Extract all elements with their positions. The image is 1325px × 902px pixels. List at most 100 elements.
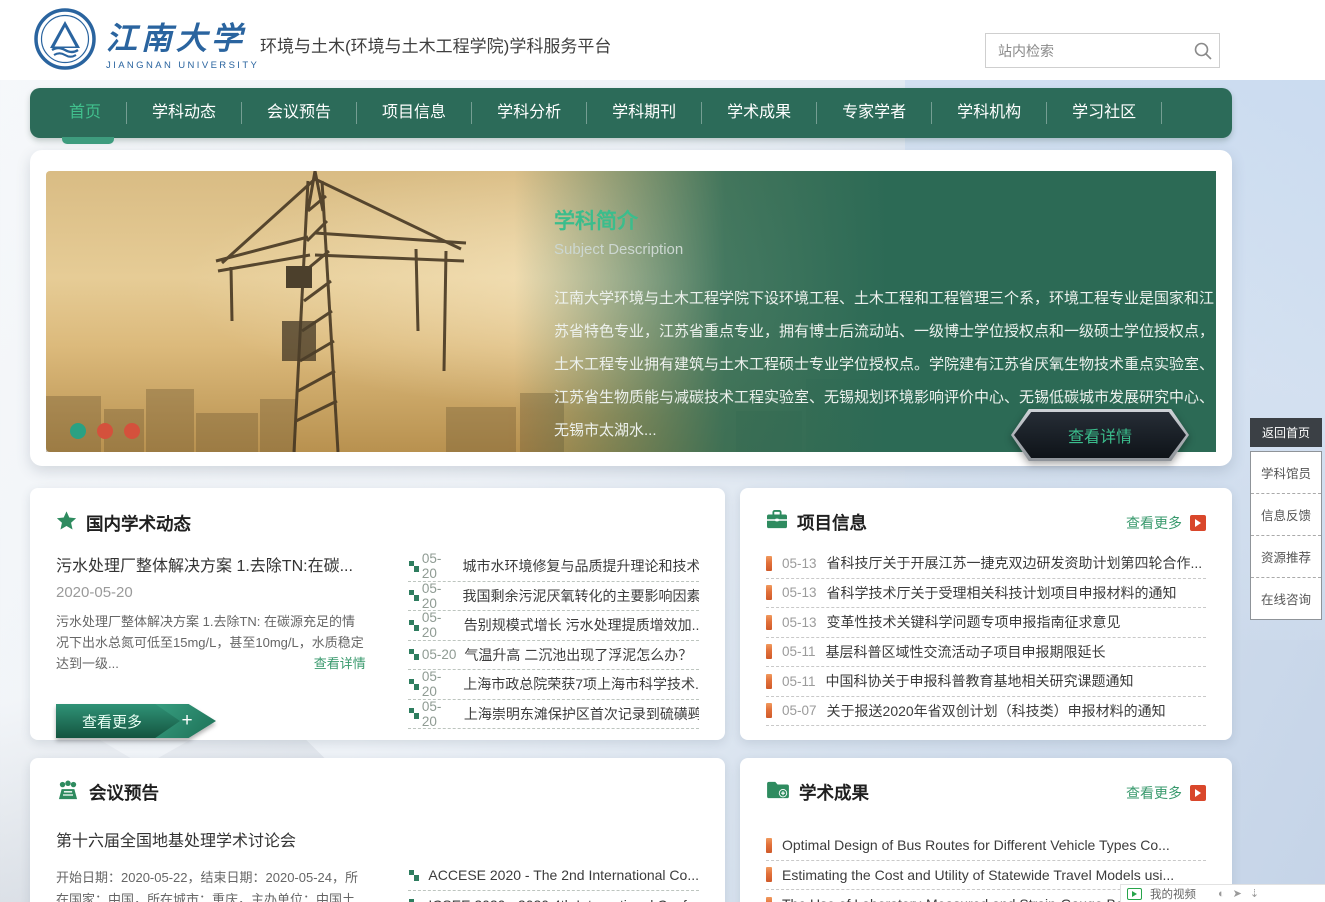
list-item[interactable]: 05-11 基层科普区域性交流活动子项目申报期限延长: [766, 638, 1206, 668]
list-item[interactable]: Optimal Design of Bus Routes for Differe…: [766, 831, 1206, 861]
project-item-date: 05-11: [782, 644, 816, 659]
achievement-item-title: Estimating the Cost and Utility of State…: [782, 867, 1174, 883]
extension-icon-1[interactable]: ◐: [1218, 888, 1225, 900]
list-item[interactable]: 05-20 气温升高 二沉池出现了浮泥怎么办？: [408, 641, 699, 671]
extension-icon-3[interactable]: ⇣: [1250, 887, 1259, 900]
featured-conference-meta: 开始日期：2020-05-22，结束日期：2020-05-24，所在国家：中国，…: [56, 867, 366, 902]
featured-news-date: 2020-05-20: [56, 584, 366, 601]
card-title-conferences: 会议预告: [89, 780, 159, 805]
side-item-consult[interactable]: 在线咨询: [1251, 577, 1321, 619]
carousel-dots: [70, 423, 140, 439]
list-item[interactable]: 05-13 省科技厅关于开展江苏一捷克双边研发资助计划第四轮合作...: [766, 549, 1206, 579]
nav-item-conference[interactable]: 会议预告: [241, 102, 356, 124]
list-item[interactable]: 05-20 告别规模式增长 污水处理提质增效加...: [408, 611, 699, 641]
list-item[interactable]: 05-13 变革性技术关键科学问题专项申报指南征求意见: [766, 608, 1206, 638]
list-item[interactable]: 05-07 关于报送2020年省双创计划（科技类）申报材料的通知: [766, 697, 1206, 727]
featured-conference-title[interactable]: 第十六届全国地基处理学术讨论会: [56, 827, 366, 851]
back-to-home-button[interactable]: 返回首页: [1250, 418, 1322, 447]
carousel-dot-3[interactable]: [124, 423, 140, 439]
side-item-librarian[interactable]: 学科馆员: [1251, 452, 1321, 493]
achievements-more-label: 查看更多: [1126, 783, 1182, 803]
project-item-title: 中国科协关于申报科普教育基地相关研究课题通知: [826, 671, 1134, 691]
bar-marker-icon: [766, 674, 772, 689]
side-item-recommend[interactable]: 资源推荐: [1251, 535, 1321, 577]
logo-en-text: JIANGNAN UNIVERSITY: [106, 60, 259, 71]
news-more-label: 查看更多: [56, 704, 180, 738]
hex-button-face: 查看详情: [1014, 412, 1186, 458]
nav-separator: [1161, 102, 1162, 124]
project-item-date: 05-07: [782, 703, 817, 718]
projects-more-label: 查看更多: [1126, 513, 1182, 533]
site-title: 环境与土木(环境与土木工程学院)学科服务平台: [260, 32, 611, 57]
university-logo[interactable]: 江南大学 JIANGNAN UNIVERSITY: [34, 8, 259, 75]
achievements-more-link[interactable]: 查看更多: [1126, 783, 1206, 803]
nav-item-subject-analysis[interactable]: 学科分析: [471, 102, 586, 124]
step-arrow-icon: [408, 590, 420, 601]
nav-item-project-info[interactable]: 项目信息: [356, 102, 471, 124]
nav-item-achievements[interactable]: 学术成果: [701, 102, 816, 124]
list-item[interactable]: 05-11 中国科协关于申报科普教育基地相关研究课题通知: [766, 667, 1206, 697]
nav-item-subject-news[interactable]: 学科动态: [126, 102, 241, 124]
page-header: 江南大学 JIANGNAN UNIVERSITY 环境与土木(环境与土木工程学院…: [0, 0, 1325, 80]
folder-plus-icon: [766, 780, 790, 805]
side-item-feedback[interactable]: 信息反馈: [1251, 493, 1321, 535]
step-arrow-icon: [408, 679, 420, 690]
domestic-news-card: 国内学术动态 污水处理厂整体解决方案 1.去除TN:在碳... 2020-05-…: [30, 488, 725, 740]
list-item[interactable]: 05-20 上海崇明东滩保护区首次记录到硫磺鹀: [408, 700, 699, 730]
list-item[interactable]: 05-20 我国剩余污泥厌氧转化的主要影响因素...: [408, 582, 699, 612]
nav-item-experts[interactable]: 专家学者: [816, 102, 931, 124]
conference-card: 会议预告 第十六届全国地基处理学术讨论会 开始日期：2020-05-22，结束日…: [30, 758, 725, 902]
nav-item-subject-journal[interactable]: 学科期刊: [586, 102, 701, 124]
step-arrow-icon: [408, 870, 420, 881]
bar-marker-icon: [766, 585, 772, 600]
news-item-date: 05-20: [422, 647, 457, 662]
list-item[interactable]: ACCESE 2020 - The 2nd International Co..…: [408, 861, 699, 891]
logo-cn-text: 江南大学: [106, 13, 259, 58]
achievement-item-title: The Use of Laboratory-Measured and Strai…: [782, 896, 1170, 902]
conference-item-title: ACCESE 2020 - The 2nd International Co..…: [428, 867, 699, 883]
step-arrow-icon: [408, 708, 420, 719]
site-search: [985, 33, 1220, 68]
projects-more-link[interactable]: 查看更多: [1126, 513, 1206, 533]
list-item[interactable]: 05-20 城市水环境修复与品质提升理论和技术...: [408, 552, 699, 582]
main-navigation: 首页 学科动态 会议预告 项目信息 学科分析 学科期刊 学术成果 专家学者 学科…: [30, 88, 1232, 138]
project-item-title: 基层科普区域性交流活动子项目申报期限延长: [826, 642, 1106, 662]
step-arrow-icon: [408, 649, 420, 660]
news-item-title: 上海崇明东滩保护区首次记录到硫磺鹀: [464, 704, 699, 724]
card-title-projects: 项目信息: [797, 510, 867, 535]
carousel-dot-2[interactable]: [97, 423, 113, 439]
project-item-date: 05-13: [782, 615, 817, 630]
magnifier-icon[interactable]: [1187, 34, 1219, 68]
list-item[interactable]: 05-13 省科学技术厅关于受理相关科技计划项目申报材料的通知: [766, 579, 1206, 609]
project-item-title: 省科学技术厅关于受理相关科技计划项目申报材料的通知: [827, 583, 1177, 603]
nav-item-community[interactable]: 学习社区: [1046, 102, 1161, 124]
extension-icon-2[interactable]: ➤: [1233, 887, 1242, 900]
news-item-title: 气温升高 二沉池出现了浮泥怎么办？: [464, 645, 692, 665]
list-item[interactable]: ICSEE 2020 - 2020 4th International Conf…: [408, 891, 699, 902]
project-item-date: 05-11: [782, 674, 816, 689]
news-item-date: 05-20: [422, 581, 455, 611]
project-item-title: 省科技厅关于开展江苏一捷克双边研发资助计划第四轮合作...: [827, 553, 1203, 573]
carousel-dot-1[interactable]: [70, 423, 86, 439]
meeting-icon: [56, 780, 80, 805]
list-item[interactable]: 05-20 上海市政总院荣获7项上海市科学技术...: [408, 670, 699, 700]
subject-intro-title: 学科简介: [554, 205, 1214, 235]
briefcase-icon: [766, 510, 788, 535]
video-extension-bar: 我的视频 ◐ ➤ ⇣: [1120, 884, 1325, 902]
news-item-date: 05-20: [422, 610, 456, 640]
view-detail-button[interactable]: 查看详情: [1011, 409, 1189, 461]
nav-item-institutions[interactable]: 学科机构: [931, 102, 1046, 124]
red-play-arrow-icon: [1190, 515, 1206, 531]
news-more-button[interactable]: + 查看更多: [56, 704, 216, 738]
featured-news-title[interactable]: 污水处理厂整体解决方案 1.去除TN:在碳...: [56, 552, 366, 576]
search-input[interactable]: [986, 43, 1187, 59]
achievement-item-title: Optimal Design of Bus Routes for Differe…: [782, 837, 1170, 853]
news-item-date: 05-20: [422, 551, 455, 581]
star-icon: [56, 510, 77, 536]
play-icon[interactable]: [1127, 888, 1142, 900]
bar-marker-icon: [766, 703, 772, 718]
bar-marker-icon: [766, 838, 772, 853]
nav-item-home[interactable]: 首页: [44, 102, 126, 124]
project-item-title: 变革性技术关键科学问题专项申报指南征求意见: [827, 612, 1121, 632]
card-title-achievements: 学术成果: [799, 780, 869, 805]
